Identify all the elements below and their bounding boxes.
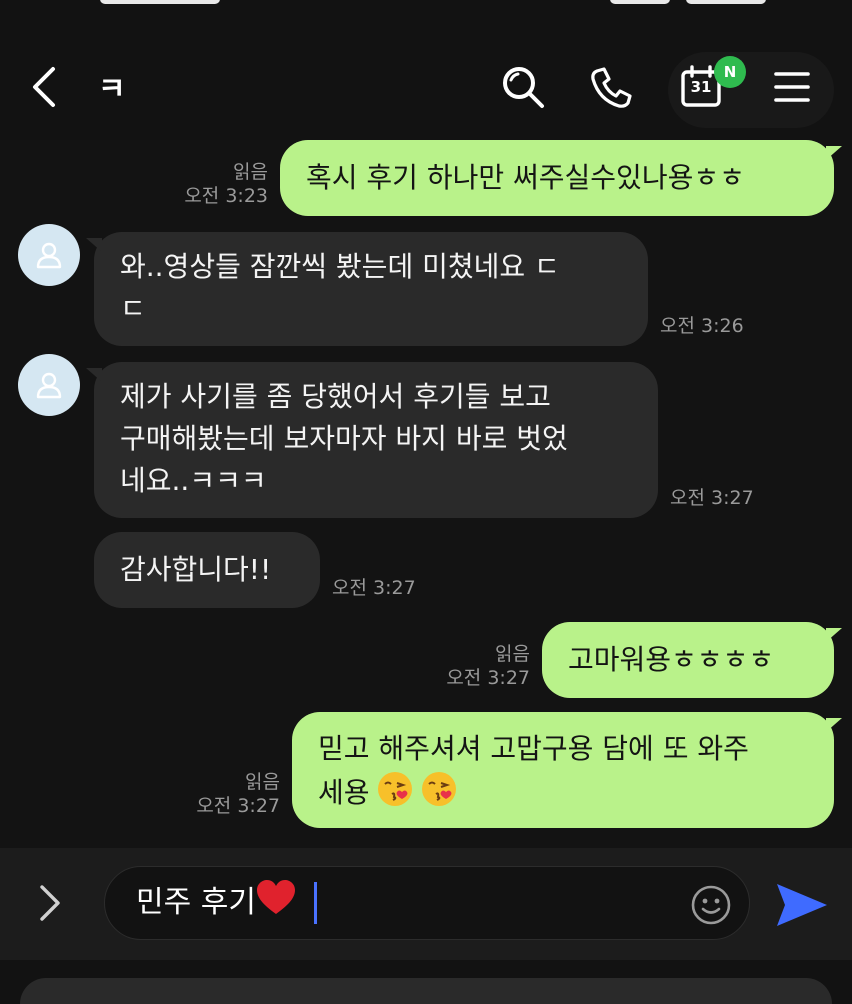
message-line: ㄷ [120,292,146,325]
search-button[interactable] [498,62,548,112]
message-input-value: 민주 후기 [136,885,256,920]
message-line: 믿고 해주셔셔 고맙구용 담에 또 와주 [318,732,749,765]
message-time: 오전 3:26 [660,315,744,337]
person-icon [36,372,62,399]
new-badge: N [714,56,746,88]
calendar-day: 31 [690,78,712,96]
hamburger-menu-icon [774,72,810,102]
message-time: 오전 3:27 [332,577,416,599]
chat-title: ㅋ [98,72,126,107]
message-time: 오전 3:23 [184,185,268,207]
text-caret [314,882,317,924]
message-line: 제가 사기를 좀 당했어서 후기들 보고 [120,380,551,413]
status-bar-left [100,0,220,4]
call-button[interactable] [586,62,636,112]
message-bubble-outgoing[interactable]: 혹시 후기 하나만 써주실수있나용ㅎㅎ [280,140,842,216]
send-button[interactable] [772,878,830,932]
phone-icon [591,67,632,108]
smiley-icon [691,885,731,925]
read-receipt: 읽음 [233,161,268,183]
message-line: 네요..ㅋㅋㅋ [120,464,267,497]
message-bubble-outgoing[interactable]: 믿고 해주셔셔 고맙구용 담에 또 와주 세용 [292,712,842,828]
person-icon [36,242,62,269]
message-line: 구매해봤는데 보자마자 바지 바로 벗었 [120,422,568,455]
message-line-with-emoji: 세용 [318,770,808,814]
message-text: 감사합니다!! [120,553,272,586]
message-bubble-outgoing[interactable]: 고마워용ㅎㅎㅎㅎ [542,622,842,698]
red-heart-icon [256,880,295,914]
chevron-left-icon [33,67,55,107]
read-receipt: 읽음 [495,643,530,665]
search-icon [503,67,544,108]
emoji-button[interactable] [688,882,734,928]
status-bar-signal [610,0,670,4]
status-bar [0,0,852,30]
expand-button[interactable] [30,880,70,926]
chevron-right-icon [40,885,60,921]
send-icon [777,884,827,926]
message-line: 세용 [318,776,370,809]
status-bar-battery [686,0,766,4]
back-button[interactable] [22,62,66,112]
message-bubble-incoming[interactable]: 감사합니다!! [94,532,320,608]
message-time: 오전 3:27 [196,795,280,817]
message-input-text[interactable]: 민주 후기 [136,880,296,925]
message-time: 오전 3:27 [670,487,754,509]
message-line: 와..영상들 잠깐씩 봤는데 미쳤네요 ㄷ [120,250,560,283]
message-text: 고마워용ㅎㅎㅎㅎ [568,643,775,676]
message-time: 오전 3:27 [446,667,530,689]
menu-button[interactable] [762,62,822,112]
bottom-search-bar[interactable] [20,978,832,1004]
avatar[interactable] [18,224,80,286]
message-bubble-incoming[interactable]: 와..영상들 잠깐씩 봤는데 미쳤네요 ㄷ ㄷ [86,232,648,346]
read-receipt: 읽음 [245,771,280,793]
message-bubble-incoming[interactable]: 제가 사기를 좀 당했어서 후기들 보고 구매해봤는데 보자마자 바지 바로 벗… [86,362,658,518]
message-text: 혹시 후기 하나만 써주실수있나용ㅎㅎ [306,161,745,194]
avatar[interactable] [18,354,80,416]
face-blowing-kiss-icon [421,772,456,806]
face-blowing-kiss-icon [377,772,412,806]
